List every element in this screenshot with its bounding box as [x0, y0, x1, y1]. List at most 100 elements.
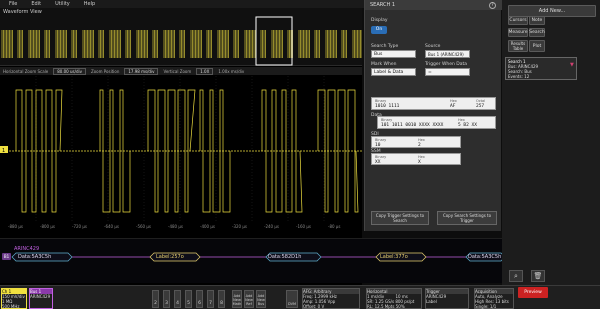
channel-3-button[interactable]: 3 [163, 290, 170, 308]
note-button[interactable]: Note [529, 16, 545, 25]
add-new-ref-button[interactable]: Add New Ref [244, 290, 254, 308]
label-hex-value: AF [450, 104, 456, 109]
add-new-bus-button[interactable]: Add New Bus [256, 290, 266, 308]
time-tick-label: -400 μs [200, 224, 215, 229]
mark-when-select[interactable]: Label & Data [371, 68, 416, 76]
channel-2-button[interactable]: 2 [152, 290, 159, 308]
channel-8-button[interactable]: 8 [218, 290, 225, 308]
sdi-binary-header: Binary [375, 138, 387, 142]
search-type-select[interactable]: Bus [371, 50, 416, 58]
time-tick-label: -560 μs [136, 224, 151, 229]
ch1-badge[interactable]: Ch 1 150 mV/div 1 MΩ 500 MHz [1, 288, 27, 309]
results-table-button[interactable]: Results Table [508, 40, 528, 52]
copy-trigger-to-search-button[interactable]: Copy Trigger Settings to Search [371, 211, 429, 225]
ch1-bandwidth: 500 MHz [2, 304, 20, 309]
overview-strip[interactable] [0, 8, 364, 66]
ssm-hex-header: Hex [418, 155, 425, 159]
main-waveform[interactable]: 1 [0, 76, 362, 236]
bus1-badge[interactable]: Bus 1 ARINC429 [29, 288, 53, 309]
trash-icon[interactable]: 🗑 [531, 270, 545, 282]
channel-7-button[interactable]: 7 [207, 290, 214, 308]
dvm-button[interactable]: DVM [286, 290, 298, 308]
channel-4-button[interactable]: 4 [174, 290, 181, 308]
afg-badge[interactable]: AFG: Arbitrary Freq: 1.2999 kHz Amp: 1.0… [302, 288, 360, 309]
time-tick-label: -320 μs [232, 224, 247, 229]
search-type-label: Search Type [371, 44, 399, 49]
time-tick-label: -640 μs [104, 224, 119, 229]
search-panel: SEARCH 1 ? Display On Search Type Bus So… [364, 0, 502, 231]
zoom-position-label: Zoom Position [90, 68, 120, 74]
bus-decode-area[interactable]: ARINC429 B1 Data:5A3C5h Label:257o Data:… [0, 238, 505, 283]
data-binary-value: 101 1011 0010 XXXX XXXX [381, 123, 444, 128]
zoom-box[interactable] [255, 16, 293, 66]
bus-packet-4[interactable]: Label:377o [376, 253, 426, 261]
time-axis: -880 μs -800 μs -720 μs -640 μs -560 μs -480 … [0, 223, 362, 231]
horizontal-badge[interactable]: Horizontal 1 ms/div 10 ms SR: 1.25 GS/s … [366, 288, 422, 309]
sdi-value-box[interactable]: Binary 10 Hex 2 [371, 136, 461, 148]
bus-packet-3[interactable]: Data:582D1h [266, 253, 321, 261]
bus-packet-1[interactable]: Data:5A3C5h [12, 253, 72, 261]
vertical-zoom-label: Vertical Zoom [163, 68, 192, 74]
measure-button[interactable]: Measure [508, 28, 528, 37]
time-tick-label: -160 μs [296, 224, 311, 229]
zoom-scale-label: Horizontal Zoom Scale [3, 68, 49, 74]
sdi-binary-value: 10 [375, 143, 381, 148]
zoom-icon[interactable]: ⌕ [509, 270, 523, 282]
copy-search-to-trigger-button[interactable]: Copy Search Settings to Trigger [437, 211, 497, 225]
data-hex-value: 5 B2 XX [458, 123, 477, 128]
search-1-badge[interactable]: Search 1 Bus: ARINC429 Search: Bus Event… [505, 57, 577, 80]
display-label: Display [371, 18, 388, 23]
zoom-extra-label: 1.00x ms/div [218, 68, 245, 74]
time-tick-label: -880 μs [8, 224, 23, 229]
horizontal-record-length: RL: 12.5 Mpts [367, 304, 395, 309]
channel-6-button[interactable]: 6 [196, 290, 203, 308]
acquisition-single: Single: 1/1 [475, 304, 497, 309]
label-binary-header: Binary [375, 99, 387, 103]
menu-help[interactable]: Help [84, 1, 95, 7]
data-value-box[interactable]: Binary 101 1011 0010 XXXX XXXX Hex 5 B2 … [377, 116, 496, 129]
filter-icon[interactable]: ▼ [570, 62, 574, 68]
waveform-view-label: Waveform View [3, 9, 42, 15]
main-waveform-plot: 1 [0, 76, 362, 223]
label-octal-header: Octal [476, 99, 486, 103]
time-tick-label: -800 μs [40, 224, 55, 229]
cursors-button[interactable]: Cursors [508, 16, 528, 25]
acquisition-badge[interactable]: Acquisition Auto, Analyze High Res: 13 b… [474, 288, 514, 309]
label-octal-value: 257 [476, 104, 485, 109]
zoom-position-field[interactable]: 17.98 ms/div [124, 67, 159, 75]
help-icon[interactable]: ? [489, 2, 496, 9]
menu-utility[interactable]: Utility [55, 1, 70, 7]
search-button[interactable]: Search [529, 28, 545, 37]
bottom-settings-bar: Ch 1 150 mV/div 1 MΩ 500 MHz Bus 1 ARINC… [0, 285, 600, 309]
ssm-binary-value: XX [375, 160, 381, 165]
source-select[interactable]: Bus 1 (ARINC429) [425, 50, 470, 58]
ssm-binary-header: Binary [375, 155, 387, 159]
trigger-when-label: Trigger When Data [425, 62, 468, 67]
search-panel-title: SEARCH 1 [365, 0, 502, 10]
label-binary-value: 1010 1111 [375, 104, 400, 109]
label-hex-header: Hex [450, 99, 457, 103]
menu-file[interactable]: File [9, 1, 17, 7]
afg-offset: Offset: 0 V [303, 304, 325, 309]
sdi-hex-value: 2 [418, 143, 421, 148]
bus-packet-5[interactable]: Data:5A3C5h [466, 253, 506, 261]
channel-5-button[interactable]: 5 [185, 290, 192, 308]
ssm-value-box[interactable]: Binary XX Hex X [371, 153, 461, 165]
horizontal-position: 50% [395, 304, 405, 309]
trigger-badge[interactable]: Trigger ARINC429 Label [425, 288, 469, 309]
label-value-box[interactable]: Binary 1010 1111 Hex AF Octal 257 [371, 97, 496, 110]
preview-button[interactable]: Preview [518, 287, 548, 298]
data-binary-header: Binary [381, 118, 393, 122]
ssm-hex-value: X [418, 160, 421, 165]
menu-edit[interactable]: Edit [31, 1, 41, 7]
search-badge-events: Events: 12 [508, 74, 530, 79]
display-toggle[interactable]: On [371, 26, 387, 34]
plot-button[interactable]: Plot [529, 40, 545, 52]
vertical-zoom-field[interactable]: 1.0X [196, 67, 214, 75]
trigger-when-select[interactable]: = [425, 68, 470, 76]
zoom-scale-field[interactable]: 80.00 us/div [53, 67, 86, 75]
time-tick-label: -240 μs [264, 224, 279, 229]
bus-packet-2[interactable]: Label:257o [150, 253, 200, 261]
add-new-math-button[interactable]: Add New Math [232, 290, 242, 308]
time-tick-label: -480 μs [168, 224, 183, 229]
